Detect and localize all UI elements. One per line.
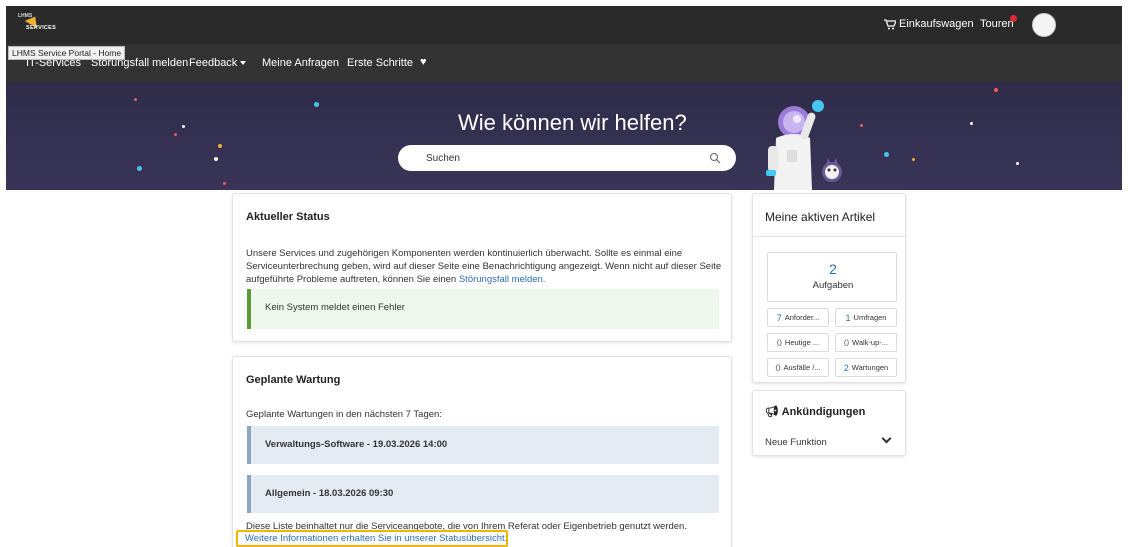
tours-notification-badge [1010,15,1017,22]
tasks-tile[interactable]: 2 Aufgaben [767,252,897,302]
nav-item-feedback[interactable]: Feedback [189,57,247,69]
status-ok-message: Kein System meldet einen Fehler [265,302,405,313]
search-box[interactable] [398,145,736,171]
logo-text: SERVICES [26,25,57,31]
avatar[interactable] [1032,13,1056,37]
tile-walk-up[interactable]: 0 Walk-up-... [835,333,897,352]
search-icon[interactable] [709,152,721,164]
hero-banner: Wie können wir helfen? [6,82,1122,190]
heart-icon[interactable]: ♥ [420,56,427,68]
star-decoration [970,122,973,125]
star-decoration [134,98,137,101]
tooltip: LHMS Service Portal - Home [8,46,126,60]
maintenance-item[interactable]: Verwaltungs-Software - 19.03.2026 14:00 [247,426,719,464]
star-decoration [137,166,142,171]
hero-title: Wie können wir helfen? [458,110,687,135]
status-overview-highlight: Weitere Informationen erhalten Sie in un… [236,530,508,547]
tile-count: 7 [776,312,782,323]
announcements-title: Ankündigungen [781,406,866,418]
tile-label: Ausfälle /... [783,363,821,372]
feedback-label: Feedback [189,57,238,69]
caret-down-icon [240,61,247,66]
active-items-title: Meine aktiven Artikel [765,210,876,224]
divider [753,236,905,237]
maintenance-item[interactable]: Allgemein - 18.03.2026 09:30 [247,475,719,513]
app-window: LHMS SERVICES Einkaufswagen Touren IT-Se… [6,6,1122,547]
cart-label: Einkaufswagen [899,18,974,30]
status-text-line2: Serviceunterbrechung geben, wird auf die… [246,261,722,272]
nav-item-meine-anfragen[interactable]: Meine Anfragen [262,57,339,69]
tile-count: 1 [845,312,851,323]
star-decoration [884,152,889,157]
megaphone-icon: 📢︎ [765,406,779,418]
maintenance-card: Geplante Wartung Geplante Wartungen in d… [232,356,732,547]
tasks-label: Aufgaben [812,280,854,291]
maintenance-intro: Geplante Wartungen in den nächsten 7 Tag… [246,409,442,420]
status-overview-link[interactable]: Weitere Informationen erhalten Sie in un… [245,533,507,544]
tasks-count: 2 [829,261,837,277]
status-card: Aktueller Status Unsere Services und zug… [232,193,732,342]
star-decoration [314,102,319,107]
tile-umfragen[interactable]: 1 Umfragen [835,308,897,327]
star-decoration [182,125,185,128]
star-decoration [214,157,218,161]
tile-label: Umfragen [853,313,887,322]
status-card-title: Aktueller Status [246,211,330,223]
tile-heutige[interactable]: 0 Heutige ... [767,333,829,352]
tile-ausfaelle[interactable]: 0 Ausfälle /... [767,358,829,377]
star-decoration [912,158,915,161]
nav-item-erste-schritte[interactable]: Erste Schritte [347,57,413,69]
tile-count: 0 [844,337,850,348]
maintenance-item-label: Verwaltungs-Software - 19.03.2026 14:00 [265,439,448,450]
tile-label: Heutige ... [784,338,820,347]
tile-wartungen[interactable]: 2 Wartungen [835,358,897,377]
logo[interactable]: LHMS SERVICES [18,13,78,37]
top-bar: LHMS SERVICES Einkaufswagen Touren [6,6,1122,44]
nav-bar: IT-Services Störungsfall melden Feedback… [6,44,1122,82]
tile-count: 0 [775,362,781,373]
search-input[interactable] [426,150,706,166]
tile-label: Walk-up-... [852,338,888,347]
tile-label: Wartungen [851,363,889,372]
chevron-down-icon[interactable] [881,433,892,444]
announcements-card: 📢︎ Ankündigungen Neue Funktion [752,390,906,456]
tile-count: 2 [843,362,849,373]
tile-label: Anforder... [784,313,820,322]
star-decoration [218,144,222,148]
stoerungsfall-link[interactable]: Störungsfall melden. [459,274,546,285]
status-text-line3-prefix: aufgeführte Probleme auftreten, können S… [246,274,457,285]
tile-count: 0 [776,337,782,348]
page: LHMS SERVICES Einkaufswagen Touren IT-Se… [0,0,1128,547]
star-decoration [223,182,226,185]
astronaut-illustration [766,100,842,190]
tours-link[interactable]: Touren [980,18,1014,30]
star-decoration [994,88,998,92]
maintenance-item-label: Allgemein - 18.03.2026 09:30 [265,488,394,499]
status-ok-banner: Kein System meldet einen Fehler [247,289,719,329]
star-decoration [174,133,177,136]
status-text-line1: Unsere Services und zugehörigen Komponen… [246,248,683,259]
announcements-title-row: 📢︎ Ankündigungen [765,405,865,418]
active-items-card: Meine aktiven Artikel 2 Aufgaben 7 Anford… [752,193,906,383]
status-text-line3: aufgeführte Probleme auftreten, können S… [246,273,545,286]
cart-icon [884,18,896,29]
maintenance-card-title: Geplante Wartung [246,374,341,386]
tile-anforderungen[interactable]: 7 Anforder... [767,308,829,327]
star-decoration [1016,162,1019,165]
announcement-item[interactable]: Neue Funktion [765,437,827,448]
cart-link[interactable]: Einkaufswagen [884,18,974,30]
